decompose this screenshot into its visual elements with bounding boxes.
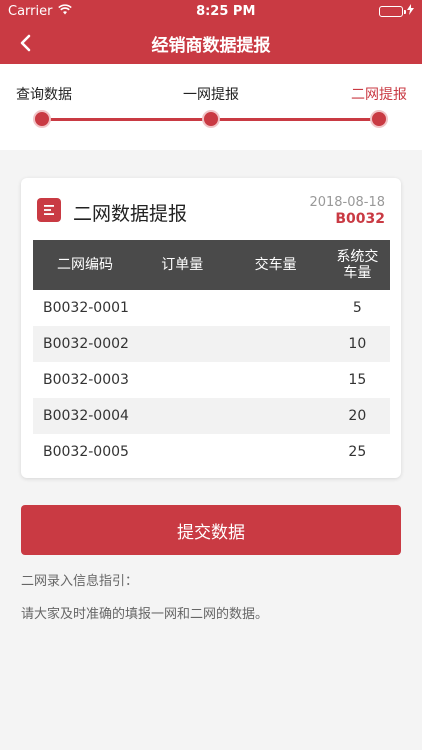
cell-code: B0032-0002 bbox=[43, 336, 129, 352]
card-header: 二网数据提报 2018-08-18 B0032 bbox=[21, 178, 401, 238]
nav-bar: 经销商数据提报 bbox=[0, 22, 422, 64]
column-header-deliveries: 交车量 bbox=[254, 257, 297, 273]
cell-orders[interactable] bbox=[138, 290, 227, 326]
cell-system-deliveries: 5 bbox=[352, 300, 362, 316]
step-dot-query[interactable] bbox=[33, 110, 51, 128]
column-header-orders: 订单量 bbox=[161, 257, 204, 273]
cell-system-deliveries: 25 bbox=[348, 444, 367, 460]
column-header-system-deliveries-label: 系统交车量 bbox=[336, 249, 379, 281]
step-label-first-network: 一网提报 bbox=[183, 87, 239, 103]
cell-orders[interactable] bbox=[138, 434, 227, 470]
table-row[interactable]: B0032-0002 10 bbox=[33, 326, 390, 362]
charging-icon bbox=[406, 3, 414, 19]
cell-code: B0032-0005 bbox=[43, 444, 129, 460]
step-progress: 查询数据 一网提报 二网提报 bbox=[0, 64, 422, 150]
step-label-query: 查询数据 bbox=[16, 87, 72, 103]
cell-code: B0032-0003 bbox=[43, 372, 129, 388]
cell-deliveries[interactable] bbox=[227, 326, 325, 362]
wifi-icon bbox=[58, 3, 73, 19]
list-icon bbox=[37, 198, 61, 222]
step-dot-second-network[interactable] bbox=[370, 110, 388, 128]
status-bar: Carrier 8:25 PM bbox=[0, 0, 422, 22]
cell-system-deliveries: 20 bbox=[348, 408, 367, 424]
carrier-label: Carrier bbox=[8, 3, 53, 19]
table-row[interactable]: B0032-0003 15 bbox=[33, 362, 390, 398]
step-dot-first-network[interactable] bbox=[202, 110, 220, 128]
guide-title: 二网录入信息指引： bbox=[21, 574, 139, 589]
column-header-system-deliveries: 系统交车量 bbox=[325, 240, 390, 290]
cell-system-deliveries: 15 bbox=[348, 372, 367, 388]
cell-deliveries[interactable] bbox=[227, 398, 325, 434]
submit-button[interactable]: 提交数据 bbox=[21, 505, 401, 555]
cell-orders[interactable] bbox=[138, 398, 227, 434]
page-title: 经销商数据提报 bbox=[151, 35, 271, 56]
table-header-row: 二网编码 订单量 交车量 系统交车量 bbox=[33, 240, 390, 290]
cell-code: B0032-0004 bbox=[43, 408, 129, 424]
cell-code: B0032-0001 bbox=[43, 300, 129, 316]
column-header-code: 二网编码 bbox=[56, 257, 113, 273]
chevron-left-icon bbox=[20, 34, 31, 52]
battery-icon bbox=[378, 5, 406, 17]
cell-system-deliveries: 10 bbox=[348, 336, 367, 352]
step-label-second-network: 二网提报 bbox=[351, 87, 407, 103]
report-date: 2018-08-18 bbox=[309, 195, 385, 210]
dealer-code: B0032 bbox=[335, 211, 385, 227]
cell-orders[interactable] bbox=[138, 326, 227, 362]
card-title: 二网数据提报 bbox=[73, 203, 188, 225]
cell-deliveries[interactable] bbox=[227, 362, 325, 398]
table-row[interactable]: B0032-0005 25 bbox=[33, 434, 390, 470]
guide-text: 请大家及时准确的填报一网和二网的数据。 bbox=[21, 607, 269, 622]
cell-orders[interactable] bbox=[138, 362, 227, 398]
table-row[interactable]: B0032-0004 20 bbox=[33, 398, 390, 434]
clock: 8:25 PM bbox=[196, 3, 256, 19]
cell-deliveries[interactable] bbox=[227, 434, 325, 470]
cell-deliveries[interactable] bbox=[227, 290, 325, 326]
back-button[interactable] bbox=[12, 30, 38, 56]
data-table: 二网编码 订单量 交车量 系统交车量 B0032-0001 5 B0032-00… bbox=[33, 240, 390, 470]
data-card: 二网数据提报 2018-08-18 B0032 二网编码 订单量 交车量 系统交… bbox=[21, 178, 401, 478]
table-row[interactable]: B0032-0001 5 bbox=[33, 290, 390, 326]
